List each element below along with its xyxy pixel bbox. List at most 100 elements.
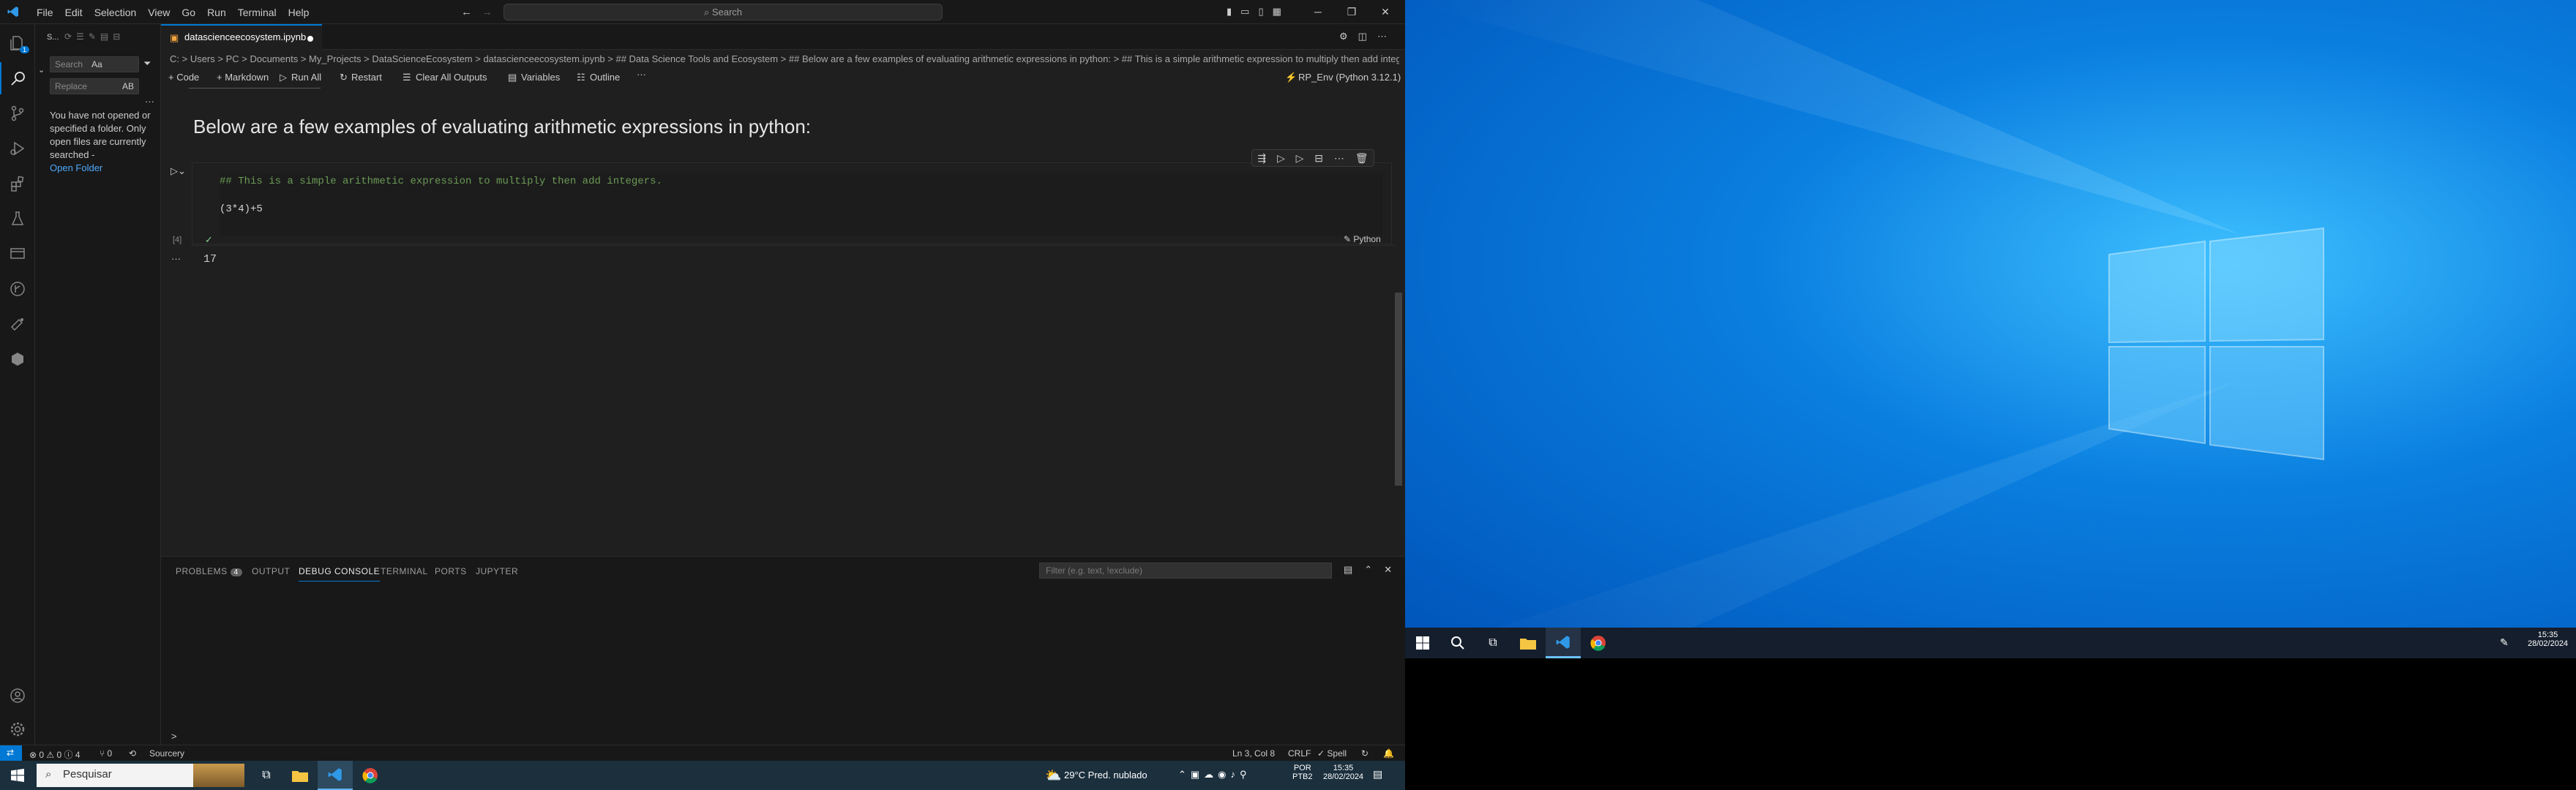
refresh-icon[interactable]: ↻ <box>1361 748 1368 759</box>
remote-start-button[interactable] <box>1405 628 1440 658</box>
run-cell-icon[interactable]: ▷⌄ <box>171 165 186 177</box>
run-debug-icon[interactable] <box>0 132 35 165</box>
command-center-search[interactable]: ⌕ Search <box>503 4 943 20</box>
editor-more-icon[interactable]: ⋯ <box>1377 31 1387 42</box>
search-view-icon[interactable] <box>0 62 35 94</box>
maximize-panel-icon[interactable]: ⌃ <box>1364 564 1372 576</box>
remote-chrome-icon[interactable] <box>1581 628 1616 658</box>
more-actions-icon[interactable]: ··· <box>145 96 154 107</box>
menu-edit[interactable]: Edit <box>59 4 89 20</box>
search-options[interactable]: Aa <box>91 59 102 69</box>
tab-terminal[interactable]: TERMINAL <box>381 566 428 576</box>
toggle-secondary-sidebar-icon[interactable]: ▯ <box>1258 6 1263 18</box>
notification-center-icon[interactable]: ▤ <box>1373 768 1382 780</box>
tab-ports[interactable]: PORTS <box>435 566 467 576</box>
problems-status[interactable]: ⊗ 0 ⚠ 0 ⓘ 4 <box>29 748 80 761</box>
back-arrow-icon[interactable]: ← <box>461 6 472 18</box>
start-button[interactable] <box>0 761 35 790</box>
sourcery-status[interactable]: Sourcery <box>149 748 184 759</box>
menu-go[interactable]: Go <box>176 4 201 20</box>
remote-indicator[interactable]: ⇄ <box>0 745 22 761</box>
git-graph-icon[interactable] <box>0 273 35 305</box>
open-folder-link[interactable]: Open Folder <box>50 162 102 173</box>
clear-console-icon[interactable]: ▤ <box>1344 564 1352 576</box>
search-input[interactable]: Search Aa <box>50 56 139 72</box>
unsaved-dot-icon[interactable] <box>307 36 313 42</box>
editor-scrollbar[interactable] <box>1395 293 1402 486</box>
run-by-line-icon[interactable]: ⇶ <box>1257 152 1266 165</box>
tab-datascienceecosystem[interactable]: ▣ datascienceecosystem.ipynb <box>161 24 322 50</box>
remote-task-view-icon[interactable]: ⧉ <box>1475 628 1510 658</box>
restart-button[interactable]: Restart <box>351 72 382 83</box>
task-view-icon[interactable]: ⧉ <box>249 761 284 790</box>
menu-view[interactable]: View <box>142 4 176 20</box>
preserve-case-toggle[interactable]: AB <box>122 81 134 91</box>
cell-language[interactable]: ✎ Python <box>1344 234 1381 244</box>
filter-icon[interactable]: ⏷ <box>143 58 151 69</box>
tab-jupyter[interactable]: JUPYTER <box>476 566 518 576</box>
remote-clock[interactable]: 15:35 28/02/2024 <box>2528 631 2568 648</box>
add-code-button[interactable]: + Code <box>168 72 199 83</box>
replace-input[interactable]: Replace AB <box>50 78 139 94</box>
breadcrumb[interactable]: C: > Users > PC > Documents > My_Project… <box>170 51 1399 67</box>
run-all-button[interactable]: Run All <box>291 72 321 83</box>
execute-above-icon[interactable]: ▷ <box>1277 152 1285 165</box>
sourcery-icon[interactable] <box>0 308 35 340</box>
kernel-picker[interactable]: RP_Env (Python 3.12.1) <box>1298 72 1401 83</box>
weather-text[interactable]: 29°C Pred. nublado <box>1064 770 1147 780</box>
extensions-icon[interactable] <box>0 168 35 200</box>
explorer-icon[interactable]: 1 <box>0 27 35 59</box>
eol-status[interactable]: CRLF <box>1288 748 1311 759</box>
vscode-taskbar-icon[interactable] <box>318 761 353 790</box>
settings-gear-icon[interactable] <box>0 713 35 745</box>
restore-button[interactable]: ❐ <box>1335 0 1368 24</box>
toolbar-more-button[interactable]: ··· <box>637 69 646 80</box>
chrome-icon[interactable] <box>353 761 388 790</box>
add-markdown-button[interactable]: + Markdown <box>217 72 269 83</box>
execute-below-icon[interactable]: ▷ <box>1296 152 1304 165</box>
remote-file-explorer-icon[interactable] <box>1510 628 1546 658</box>
testing-flask-icon[interactable] <box>0 203 35 235</box>
forward-arrow-icon[interactable]: → <box>482 6 493 18</box>
cursor-position[interactable]: Ln 3, Col 8 <box>1232 748 1275 759</box>
toggle-primary-sidebar-icon[interactable]: ▮ <box>1227 6 1232 18</box>
spell-status[interactable]: ✓ Spell <box>1317 748 1347 759</box>
minimize-button[interactable]: ─ <box>1301 0 1335 24</box>
tab-output[interactable]: OUTPUT <box>252 566 290 576</box>
remote-pen-icon[interactable]: ✎ <box>2500 636 2509 649</box>
outline-button[interactable]: Outline <box>590 72 620 83</box>
tab-problems[interactable]: PROBLEMS 4 <box>176 566 242 576</box>
clock[interactable]: 15:35 28/02/2024 <box>1323 764 1363 781</box>
menu-help[interactable]: Help <box>282 4 315 20</box>
source-control-icon[interactable] <box>0 97 35 129</box>
tab-debug-console[interactable]: DEBUG CONSOLE <box>299 566 381 582</box>
delete-cell-icon[interactable]: 🗑 <box>1355 152 1368 165</box>
language-indicator[interactable]: POR PTB2 <box>1292 764 1313 781</box>
menu-file[interactable]: File <box>31 4 59 20</box>
ports-status[interactable]: ⑂ 0 <box>100 748 112 759</box>
system-tray-icons[interactable]: ⌃▣☁◉♪⚲ <box>1178 769 1251 780</box>
clear-outputs-button[interactable]: Clear All Outputs <box>416 72 487 83</box>
toggle-panel-icon[interactable]: ▭ <box>1240 6 1249 18</box>
menu-selection[interactable]: Selection <box>89 4 143 20</box>
console-prompt[interactable]: > <box>171 731 177 742</box>
remote-explorer-icon[interactable] <box>0 238 35 270</box>
settings-icon[interactable]: ⚙ <box>1339 31 1348 42</box>
variables-button[interactable]: Variables <box>521 72 560 83</box>
split-editor-icon[interactable]: ◫ <box>1358 31 1367 42</box>
split-cell-icon[interactable]: ⊟ <box>1314 152 1323 165</box>
package-icon[interactable] <box>0 343 35 375</box>
output-more-icon[interactable]: ··· <box>171 253 181 264</box>
menu-run[interactable]: Run <box>201 4 232 20</box>
sync-icon[interactable]: ⟲ <box>129 748 136 759</box>
debug-filter-input[interactable]: Filter (e.g. text, !exclude) <box>1039 563 1332 579</box>
toggle-replace-chevron-icon[interactable]: ⌄ <box>38 65 45 75</box>
menu-terminal[interactable]: Terminal <box>232 4 282 20</box>
code-editor[interactable]: ## This is a simple arithmetic expressio… <box>220 173 1383 236</box>
sidebar-actions[interactable]: ⟳☰✎▤⊟ <box>64 31 124 42</box>
accounts-icon[interactable] <box>0 680 35 712</box>
cell-more-icon[interactable]: ⋯ <box>1334 152 1344 165</box>
customize-layout-icon[interactable]: ▦ <box>1273 6 1281 18</box>
remote-search-icon[interactable] <box>1440 628 1475 658</box>
taskbar-search-input[interactable]: ⌕ Pesquisar <box>37 764 244 787</box>
